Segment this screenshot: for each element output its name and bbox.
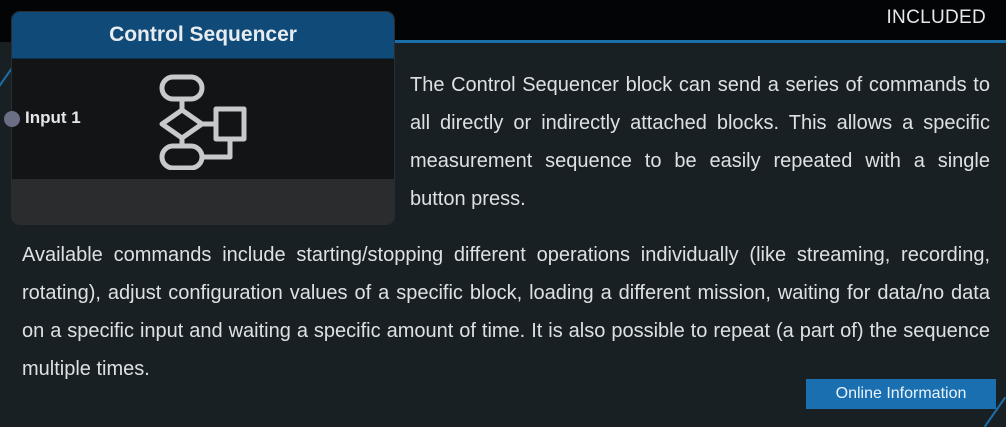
- accent-divider: [395, 40, 1006, 43]
- block-body: Input 1: [12, 59, 394, 179]
- included-badge: INCLUDED: [886, 7, 986, 28]
- block-footer: [12, 179, 394, 224]
- flowchart-icon: [158, 74, 250, 175]
- input-port-label: Input 1: [25, 108, 81, 127]
- description-details: Available commands include starting/stop…: [22, 244, 990, 380]
- control-sequencer-block: Control Sequencer Input 1: [12, 12, 394, 224]
- description-intro: The Control Sequencer block can send a s…: [410, 74, 990, 210]
- online-information-button[interactable]: Online Information: [806, 379, 996, 409]
- block-title: Control Sequencer: [12, 12, 394, 59]
- input-port-connector[interactable]: [4, 111, 20, 127]
